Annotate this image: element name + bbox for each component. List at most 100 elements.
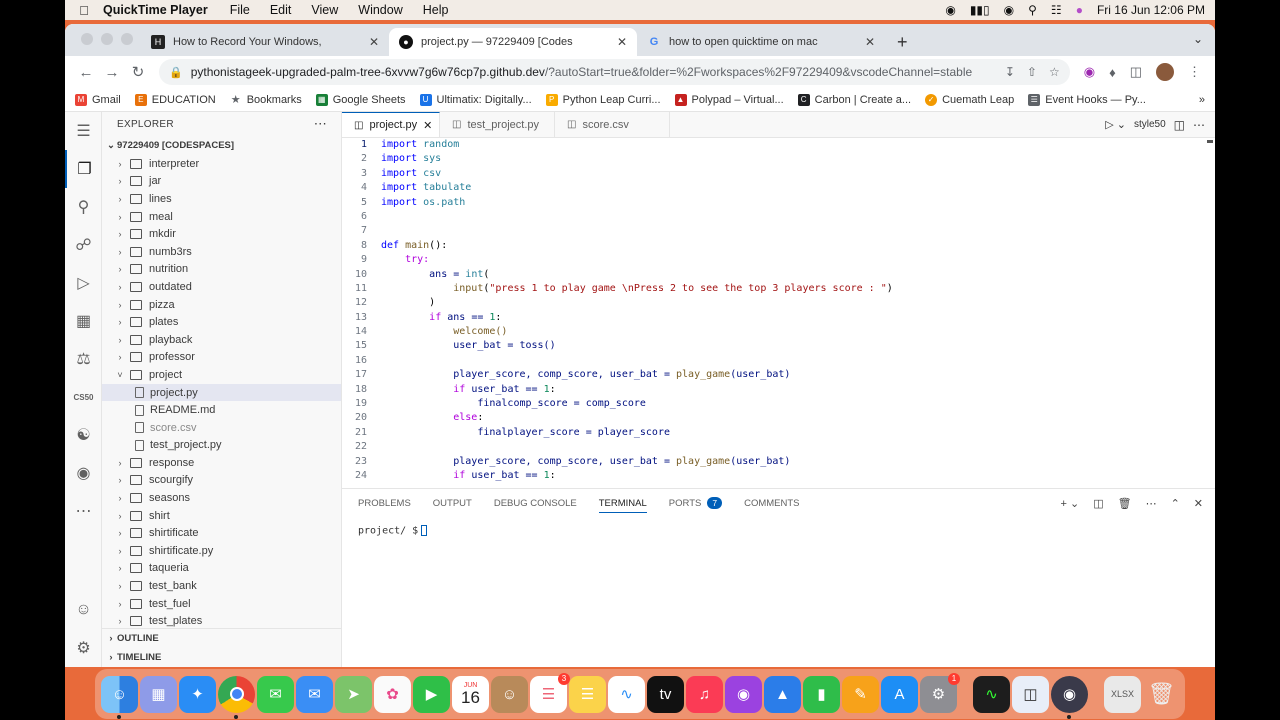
notes-icon[interactable]: ☰ [569,675,606,713]
file-tree-file[interactable]: score.csv [102,419,341,437]
source-control-icon[interactable]: ☍ [65,226,102,264]
file-tree-folder[interactable]: › nutrition [102,261,341,279]
bookmark-star-icon[interactable]: ☆ [1049,65,1060,79]
file-tree-folder[interactable]: › mkdir [102,225,341,243]
music-icon[interactable]: ♫ [686,675,723,713]
code-line[interactable]: 10 ans = int( [342,268,1215,282]
pages-icon[interactable]: ✎ [842,675,879,713]
maximize-panel-icon[interactable]: ⌃ [1171,497,1180,510]
file-tree-folder[interactable]: › response [102,454,341,472]
apple-menu-icon[interactable]:  [65,3,103,18]
contacts-icon[interactable]: ☺ [491,675,528,713]
file-tree-file[interactable]: project.py [102,383,341,402]
search-icon[interactable]: ⚲ [65,188,102,226]
run-config-label[interactable]: style50 [1134,119,1166,130]
file-tree-folder[interactable]: › scourgify [102,472,341,490]
scroll-indicator[interactable] [1207,140,1213,143]
split-editor-icon[interactable]: ◫ [1174,118,1185,132]
code-line[interactable]: 17 player_score, comp_score, user_bat = … [342,368,1215,382]
code-line[interactable]: 11 input("press 1 to play game \nPress 2… [342,282,1215,296]
code-editor[interactable]: 1 import random 2 import sys 3 import csv 4 imp… [342,138,1215,488]
panel-tab-output[interactable]: OUTPUT [433,498,472,509]
browser-tab-active[interactable]: ● project.py — 97229409 [Codes ✕ [389,28,637,56]
code-line[interactable]: 15 user_bat = toss() [342,339,1215,353]
file-tree-file[interactable]: README.md [102,401,341,419]
menu-view[interactable]: View [311,3,338,17]
facetime-icon[interactable]: ▶ [413,675,450,713]
code-line[interactable]: 13 if ans == 1: [342,311,1215,325]
run-play-icon[interactable]: ▷ ⌄ [1105,118,1126,131]
profile-avatar[interactable] [1156,63,1174,81]
numbers-icon[interactable]: ▮ [803,675,840,713]
browser-tab[interactable]: H How to Record Your Windows, ✕ [141,28,389,56]
bookmark-polypad[interactable]: ▲ Polypad – Virtual... [674,93,784,106]
menu-clock[interactable]: Fri 16 Jun 12:06 PM [1097,3,1205,17]
chrome-menu-icon[interactable]: ⋮ [1188,64,1201,80]
trash-icon[interactable]: 🗑 [1143,676,1180,713]
file-tree-folder[interactable]: › professor [102,349,341,367]
file-tree-file[interactable]: test_project.py [102,437,341,455]
close-panel-icon[interactable]: ✕ [1194,497,1203,510]
bookmark-bookmarks[interactable]: ★ Bookmarks [230,94,302,107]
split-terminal-icon[interactable]: ◫ [1093,497,1103,510]
bookmark-google-sheets[interactable]: ▦ Google Sheets [315,93,406,106]
finder-icon[interactable]: ☺ [101,675,138,719]
bookmark-python-leap[interactable]: P Python Leap Curri... [545,93,661,106]
side-panel-icon[interactable]: ◫ [1130,64,1142,80]
file-tree-folder[interactable]: › plates [102,313,341,331]
file-tree-folder[interactable]: › test_fuel [102,595,341,613]
reload-button[interactable]: ↻ [125,63,151,81]
close-icon[interactable]: ✕ [423,119,432,132]
back-button[interactable]: ← [73,64,99,81]
system-settings-icon[interactable]: ⚙ 1 [920,672,960,713]
safari-icon[interactable]: ✦ [179,675,216,713]
cs50-icon[interactable]: CS50 [65,378,102,416]
panel-tab-comments[interactable]: COMMENTS [744,498,799,509]
close-window-button[interactable] [81,33,93,45]
testing-icon[interactable]: ⚖ [65,340,102,378]
code-line[interactable]: 21 finalplayer_score = player_score [342,426,1215,440]
minimize-window-button[interactable] [101,33,113,45]
code-line[interactable]: 19 finalcomp_score = comp_score [342,397,1215,411]
code-line[interactable]: 7 [342,224,1215,238]
downloads-stack-icon[interactable]: XLSX [1104,675,1141,713]
editor-tab-project-py[interactable]: ◫ project.py ✕ [342,112,440,137]
activity-monitor-icon[interactable]: ∿ [973,675,1010,713]
menu-window[interactable]: Window [358,3,402,17]
terminal[interactable]: project/ $ [342,517,1215,545]
bookmark-education[interactable]: E EDUCATION [134,93,216,106]
accounts-icon[interactable]: ☺ [65,591,102,629]
file-tree-folder[interactable]: › outdated [102,278,341,296]
code-line[interactable]: 6 [342,210,1215,224]
manage-gear-icon[interactable]: ⚙ [65,629,102,667]
panel-tab-problems[interactable]: PROBLEMS [358,498,411,509]
photos-icon[interactable]: ✿ [374,675,411,713]
close-tab-icon[interactable]: ✕ [865,35,875,49]
more-icon[interactable]: ⋯ [1146,497,1157,510]
file-tree-folder[interactable]: › jar [102,173,341,191]
zoom-window-button[interactable] [121,33,133,45]
file-tree-folder[interactable]: › taqueria [102,560,341,578]
menu-edit[interactable]: Edit [270,3,292,17]
code-line[interactable]: 3 import csv [342,167,1215,181]
menu-app-name[interactable]: QuickTime Player [103,3,208,17]
code-line[interactable]: 14 welcome() [342,325,1215,339]
code-line[interactable]: 2 import sys [342,152,1215,166]
bookmarks-overflow-icon[interactable]: » [1199,94,1205,106]
keynote-icon[interactable]: ▲ [764,675,801,713]
workspace-section-header[interactable]: ⌄ 97229409 [CODESPACES] [102,136,341,155]
quicktime-icon[interactable]: ◉ [1051,675,1088,719]
extensions-puzzle-icon[interactable]: ♦ [1109,65,1116,80]
code-line[interactable]: 24 if user_bat == 1: [342,469,1215,483]
spotlight-icon[interactable]: ⚲ [1028,3,1037,17]
apple-tv-icon[interactable]: tv [647,675,684,713]
extensions-icon[interactable]: ▦ [65,302,102,340]
duck-debugger-icon[interactable]: ☯ [65,416,102,454]
podcasts-icon[interactable]: ◉ [725,675,762,713]
mail-icon[interactable]: ✉ [296,675,333,713]
file-tree-folder[interactable]: › shirtificate [102,524,341,542]
explorer-more-icon[interactable]: ⋯ [314,116,327,132]
file-tree-folder[interactable]: › interpreter [102,155,341,173]
bookmark-cuemath[interactable]: ✓ Cuemath Leap [925,93,1014,106]
run-debug-icon[interactable]: ▷ [65,264,102,302]
